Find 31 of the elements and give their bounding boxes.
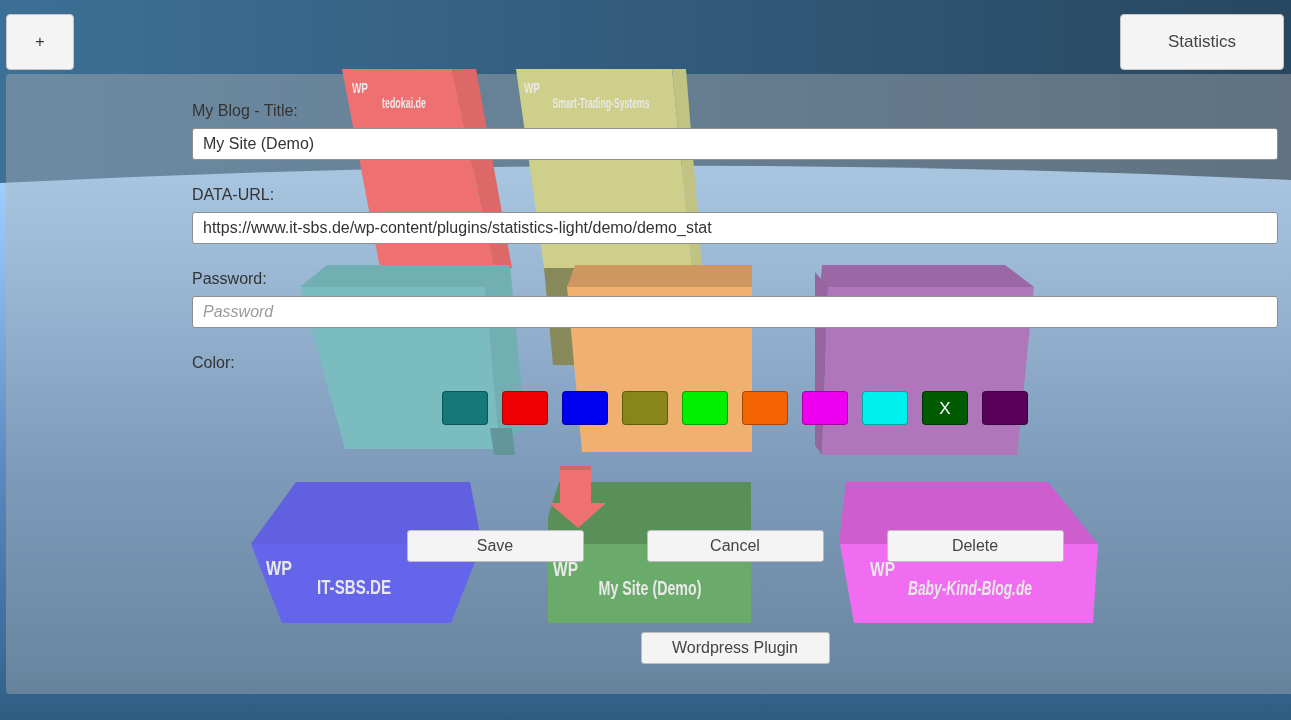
- color-swatch[interactable]: [862, 391, 908, 425]
- site-label: Baby-Kind-Blog.de: [908, 576, 1097, 599]
- color-swatch[interactable]: [502, 391, 548, 425]
- color-swatch[interactable]: [682, 391, 728, 425]
- color-swatch[interactable]: [802, 391, 848, 425]
- add-button[interactable]: +: [6, 14, 74, 70]
- title-input[interactable]: My Site (Demo): [192, 128, 1278, 160]
- color-swatch[interactable]: [982, 391, 1028, 425]
- delete-button[interactable]: Delete: [886, 530, 1064, 562]
- site-label: tedokai.de: [382, 94, 457, 111]
- color-swatch[interactable]: X: [922, 391, 968, 425]
- color-swatch[interactable]: [622, 391, 668, 425]
- wp-label: WP: [352, 80, 375, 96]
- wordpress-plugin-button[interactable]: Wordpress Plugin: [640, 632, 830, 664]
- site-label: My Site (Demo): [598, 576, 751, 599]
- data-url-label: DATA-URL:: [192, 185, 275, 204]
- title-label: My Blog - Title:: [192, 101, 298, 120]
- password-input[interactable]: Password: [192, 296, 1278, 328]
- color-label: Color:: [192, 353, 235, 372]
- save-button[interactable]: Save: [406, 530, 584, 562]
- data-url-input[interactable]: https://www.it-sbs.de/wp-content/plugins/statistics-light/demo/demo_stat: [192, 212, 1278, 244]
- site-label: IT-SBS.DE: [317, 575, 420, 598]
- wp-label: WP: [266, 557, 299, 579]
- statistics-button[interactable]: Statistics: [1120, 14, 1284, 70]
- color-swatch[interactable]: [742, 391, 788, 425]
- color-swatch[interactable]: [562, 391, 608, 425]
- color-swatch[interactable]: [442, 391, 488, 425]
- password-label: Password:: [192, 269, 267, 288]
- cancel-button[interactable]: Cancel: [646, 530, 824, 562]
- site-label: Smart-Trading-Systems: [552, 94, 721, 111]
- wp-label: WP: [524, 80, 547, 96]
